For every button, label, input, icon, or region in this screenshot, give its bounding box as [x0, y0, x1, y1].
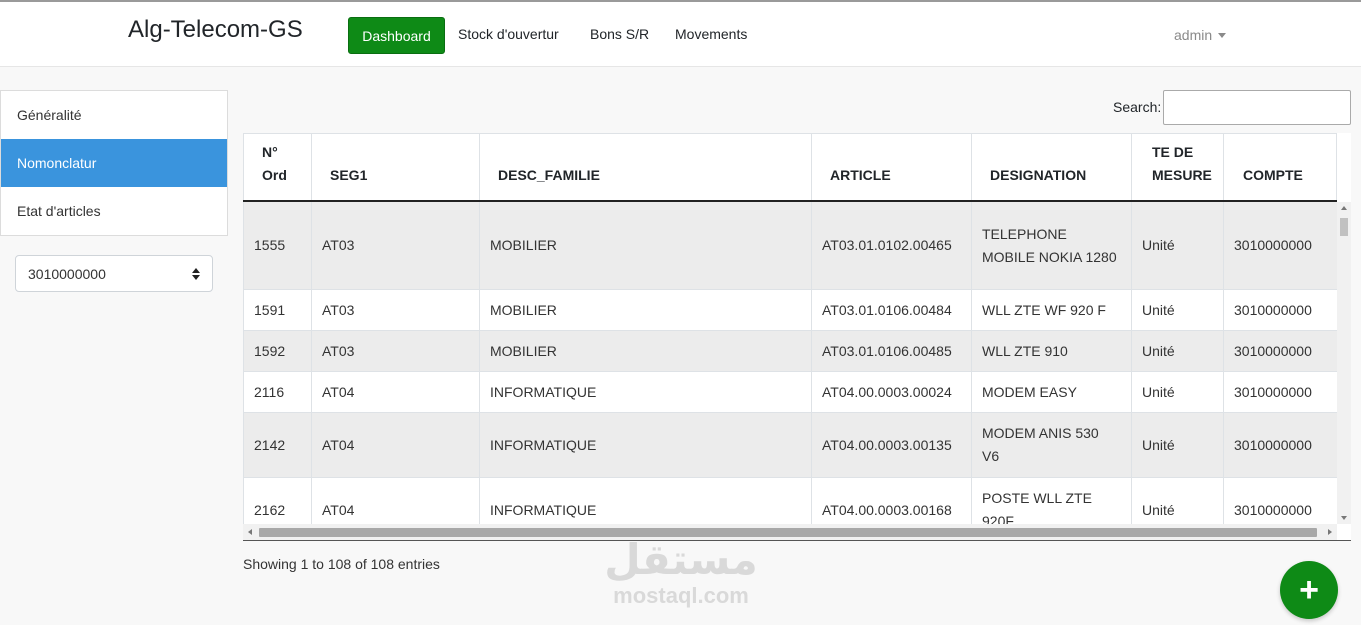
cell-ord: 1592 — [243, 331, 311, 371]
sidebar-item-generalite[interactable]: Généralité — [1, 91, 227, 139]
table-row[interactable]: 1592 AT03 MOBILIER AT03.01.0106.00485 WL… — [243, 331, 1337, 372]
cell-desc-famille: INFORMATIQUE — [479, 478, 811, 524]
cell-unite: Unité — [1131, 372, 1223, 412]
cell-seg1: AT04 — [311, 478, 479, 524]
horizontal-scroll-thumb[interactable] — [259, 528, 1317, 537]
cell-seg1: AT03 — [311, 290, 479, 330]
cell-compte: 3010000000 — [1223, 202, 1337, 289]
table-header: N° Ord SEG1 DESC_FAMILIE ARTICLE DESIGNA… — [243, 133, 1337, 202]
compte-select[interactable]: 3010000000 — [15, 255, 213, 292]
cell-designation: MODEM ANIS 530 V6 — [971, 413, 1131, 477]
cell-seg1: AT04 — [311, 372, 479, 412]
cell-ord: 1555 — [243, 202, 311, 289]
cell-seg1: AT03 — [311, 331, 479, 371]
horizontal-scrollbar[interactable] — [243, 524, 1337, 540]
data-table: N° Ord SEG1 DESC_FAMILIE ARTICLE DESIGNA… — [243, 133, 1351, 541]
scroll-down-icon[interactable] — [1341, 516, 1347, 520]
cell-compte: 3010000000 — [1223, 290, 1337, 330]
plus-icon: + — [1299, 571, 1319, 609]
column-header-article[interactable]: ARTICLE — [811, 133, 971, 200]
caret-down-icon — [1218, 32, 1227, 38]
cell-ord: 2116 — [243, 372, 311, 412]
sidebar: Généralité Nomonclatur Etat d'articles — [0, 90, 228, 236]
nav-bons[interactable]: Bons S/R — [590, 26, 649, 42]
brand-title[interactable]: Alg-Telecom-GS — [128, 16, 303, 44]
cell-ord: 2162 — [243, 478, 311, 524]
nav-stock-ouverture[interactable]: Stock d'ouvertur — [458, 26, 559, 42]
column-header-desc-famille[interactable]: DESC_FAMILIE — [479, 133, 811, 200]
cell-compte: 3010000000 — [1223, 413, 1337, 477]
sidebar-item-nomonclatur[interactable]: Nomonclatur — [1, 139, 227, 187]
user-name: admin — [1174, 27, 1213, 43]
cell-desc-famille: MOBILIER — [479, 331, 811, 371]
scroll-right-icon[interactable] — [1328, 529, 1332, 535]
cell-article: AT03.01.0106.00485 — [811, 331, 971, 371]
cell-unite: Unité — [1131, 290, 1223, 330]
table-row[interactable]: 1555 AT03 MOBILIER AT03.01.0102.00465 TE… — [243, 202, 1337, 290]
navbar: Alg-Telecom-GS Dashboard Stock d'ouvertu… — [0, 0, 1361, 67]
table-row[interactable]: 2162 AT04 INFORMATIQUE AT04.00.0003.0016… — [243, 478, 1337, 524]
compte-select-value: 3010000000 — [28, 265, 106, 282]
cell-unite: Unité — [1131, 202, 1223, 289]
scroll-up-icon[interactable] — [1341, 206, 1347, 210]
column-header-ord[interactable]: N° Ord — [243, 133, 311, 200]
cell-article: AT04.00.0003.00135 — [811, 413, 971, 477]
select-arrows-icon — [192, 268, 200, 280]
vertical-scrollbar[interactable] — [1337, 202, 1351, 524]
add-button[interactable]: + — [1280, 561, 1338, 619]
cell-desc-famille: MOBILIER — [479, 202, 811, 289]
table-info: Showing 1 to 108 of 108 entries — [243, 556, 440, 572]
table-row[interactable]: 1591 AT03 MOBILIER AT03.01.0106.00484 WL… — [243, 290, 1337, 331]
watermark-logo: مستقل mostaql.com — [604, 535, 758, 608]
search-input[interactable] — [1163, 90, 1351, 125]
cell-designation: TELEPHONE MOBILE NOKIA 1280 — [971, 202, 1131, 289]
column-header-seg1[interactable]: SEG1 — [311, 133, 479, 200]
column-header-unite[interactable]: TE DE MESURE — [1131, 133, 1223, 200]
cell-ord: 2142 — [243, 413, 311, 477]
cell-article: AT03.01.0106.00484 — [811, 290, 971, 330]
cell-seg1: AT04 — [311, 413, 479, 477]
cell-desc-famille: INFORMATIQUE — [479, 413, 811, 477]
nav-dashboard[interactable]: Dashboard — [348, 17, 445, 54]
cell-designation: WLL ZTE 910 — [971, 331, 1131, 371]
user-menu[interactable]: admin — [1174, 27, 1227, 43]
cell-designation: MODEM EASY — [971, 372, 1131, 412]
cell-seg1: AT03 — [311, 202, 479, 289]
table-row[interactable]: 2142 AT04 INFORMATIQUE AT04.00.0003.0013… — [243, 413, 1337, 478]
cell-unite: Unité — [1131, 478, 1223, 524]
cell-unite: Unité — [1131, 413, 1223, 477]
cell-designation: WLL ZTE WF 920 F — [971, 290, 1131, 330]
column-header-designation[interactable]: DESIGNATION — [971, 133, 1131, 200]
table-row[interactable]: 2116 AT04 INFORMATIQUE AT04.00.0003.0002… — [243, 372, 1337, 413]
cell-article: AT04.00.0003.00168 — [811, 478, 971, 524]
vertical-scroll-thumb[interactable] — [1340, 218, 1348, 236]
cell-article: AT04.00.0003.00024 — [811, 372, 971, 412]
cell-designation: POSTE WLL ZTE 920F — [971, 478, 1131, 524]
cell-article: AT03.01.0102.00465 — [811, 202, 971, 289]
sidebar-item-etat-articles[interactable]: Etat d'articles — [1, 187, 227, 235]
column-header-compte[interactable]: COMPTE — [1223, 133, 1337, 200]
cell-compte: 3010000000 — [1223, 372, 1337, 412]
cell-unite: Unité — [1131, 331, 1223, 371]
cell-compte: 3010000000 — [1223, 478, 1337, 524]
scroll-left-icon[interactable] — [248, 529, 252, 535]
cell-desc-famille: MOBILIER — [479, 290, 811, 330]
search-label: Search: — [1113, 99, 1162, 115]
table-body: 1555 AT03 MOBILIER AT03.01.0102.00465 TE… — [243, 202, 1337, 524]
cell-ord: 1591 — [243, 290, 311, 330]
nav-movements[interactable]: Movements — [675, 26, 747, 42]
cell-compte: 3010000000 — [1223, 331, 1337, 371]
cell-desc-famille: INFORMATIQUE — [479, 372, 811, 412]
